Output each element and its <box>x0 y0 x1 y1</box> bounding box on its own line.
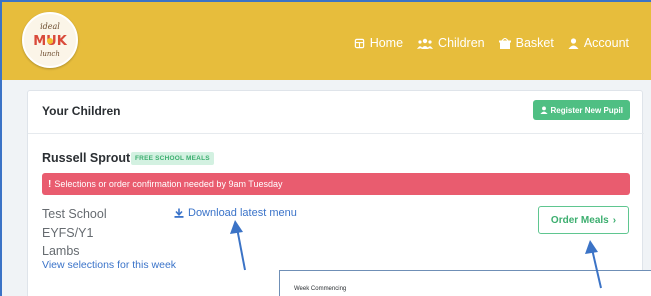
main-nav: Home Children Basket Account <box>354 36 629 50</box>
top-navbar: ideal MUK lunch Home <box>2 2 651 80</box>
class-name: Lambs <box>42 244 80 258</box>
logo-graphic: ideal MUK lunch <box>33 22 67 58</box>
nav-home[interactable]: Home <box>354 36 403 50</box>
children-icon <box>417 38 434 49</box>
nav-children[interactable]: Children <box>417 36 485 50</box>
logo[interactable]: ideal MUK lunch <box>22 12 78 68</box>
nav-basket-label: Basket <box>515 36 554 50</box>
chevron-right-icon: › <box>612 214 617 226</box>
basket-icon <box>498 37 511 49</box>
exclamation-icon: ! <box>48 178 52 190</box>
register-pupil-label: Register New Pupil <box>550 105 623 115</box>
view-selections-link[interactable]: View selections for this week <box>42 259 176 271</box>
child-name: Russell Sprout <box>42 151 131 165</box>
account-icon <box>568 37 579 49</box>
user-plus-icon <box>539 106 548 114</box>
card-title: Your Children <box>42 104 121 118</box>
week-commencing-label: Week Commencing <box>294 286 347 292</box>
order-meals-button[interactable]: Order Meals › <box>538 206 629 234</box>
nav-account-label: Account <box>583 36 629 50</box>
children-card: Your Children Register New Pupil Russell… <box>27 90 644 296</box>
nav-basket[interactable]: Basket <box>498 36 554 50</box>
nav-children-label: Children <box>438 36 485 50</box>
order-meals-label: Order Meals <box>550 214 609 226</box>
alert-text: Selections or order confirmation needed … <box>54 179 283 189</box>
logo-text-bottom: lunch <box>40 50 60 58</box>
logo-text-top: ideal <box>40 22 60 31</box>
nav-home-label: Home <box>369 36 404 50</box>
screenshot-frame: ideal MUK lunch Home <box>0 0 651 296</box>
free-school-meals-badge: FREE SCHOOL MEALS <box>131 152 214 165</box>
school-name: Test School <box>42 207 107 221</box>
card-header: Your Children Register New Pupil <box>28 91 644 134</box>
register-pupil-button[interactable]: Register New Pupil <box>532 100 630 120</box>
selection-alert: ! Selections or order confirmation neede… <box>42 173 630 195</box>
download-menu-link[interactable]: Download latest menu <box>174 207 297 219</box>
home-icon <box>354 38 364 48</box>
download-icon <box>174 208 184 218</box>
year-group: EYFS/Y1 <box>42 226 94 240</box>
week-commencing-panel: Week Commencing <box>279 270 651 296</box>
download-menu-label: Download latest menu <box>188 207 297 219</box>
nav-account[interactable]: Account <box>568 36 629 50</box>
